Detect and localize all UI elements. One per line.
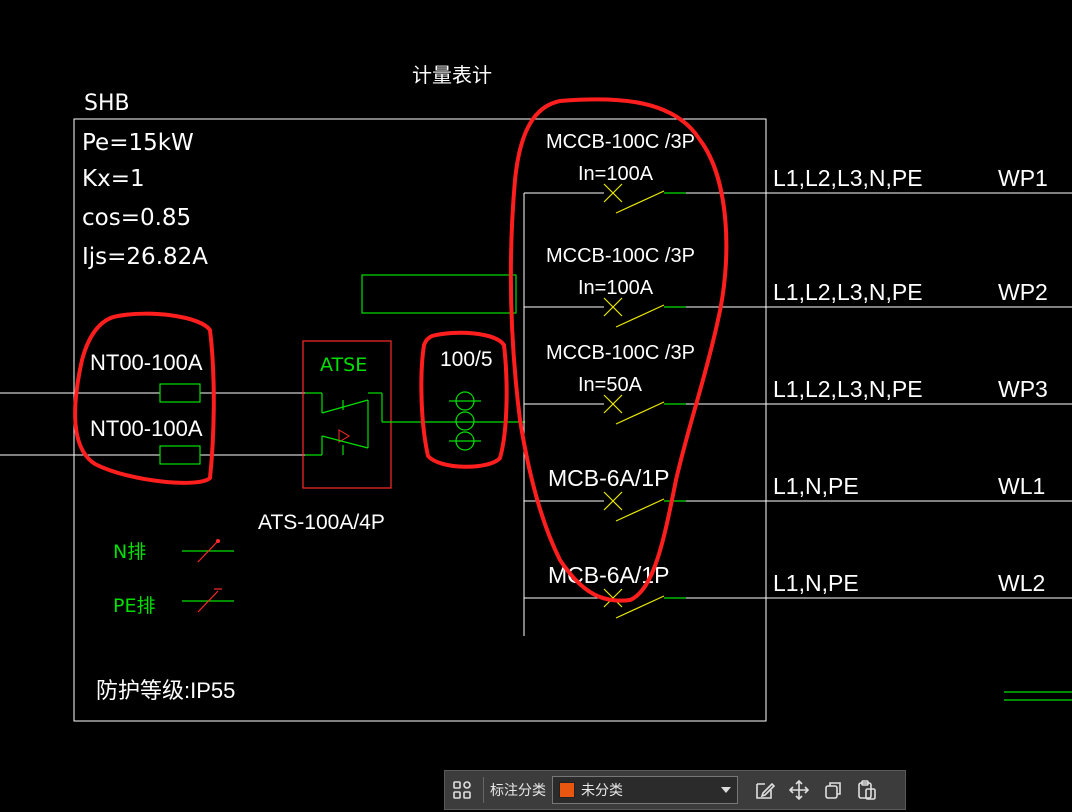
category-select-value: 未分类 (581, 783, 623, 799)
breaker-label: MCCB-100C /3P (546, 245, 695, 267)
param-ijs: Ijs=26.82A (82, 244, 208, 270)
fuse-1-label: NT00-100A (90, 350, 203, 375)
breaker-blade (615, 401, 665, 425)
annotation-toolbar: 标注分类 未分类 (444, 770, 906, 810)
circuit-wp2: MCCB-100C /3P In=100A L1,L2,L3,N,PE WP2 (524, 245, 1072, 328)
circuit-phases: L1,N,PE (773, 570, 859, 596)
category-label: 标注分类 (490, 783, 546, 799)
param-kx: Kx=1 (82, 166, 145, 192)
n-bar-symbol (182, 539, 234, 563)
breaker-blade (615, 498, 665, 522)
breaker-blade (615, 304, 665, 328)
move-icon[interactable] (782, 773, 816, 807)
circuit-id: WP3 (998, 376, 1048, 402)
circuit-id: WL1 (998, 473, 1045, 499)
circuit-phases: L1,L2,L3,N,PE (773, 376, 923, 402)
current-transformer: 100/5 (440, 348, 493, 451)
panel-parameters: Pe=15kW Kx=1 cos=0.85 Ijs=26.82A (82, 130, 208, 270)
fuse-2-label: NT00-100A (90, 416, 203, 441)
paste-icon[interactable] (850, 773, 884, 807)
breaker-rating: In=100A (578, 277, 654, 299)
breaker-label: MCCB-100C /3P (546, 131, 695, 153)
circuit-wp3: MCCB-100C /3P In=50A L1,L2,L3,N,PE WP3 (524, 342, 1072, 425)
circuit-phases: L1,L2,L3,N,PE (773, 279, 923, 305)
circuit-wl1: MCB-6A/1P L1,N,PE WL1 (524, 465, 1072, 522)
panel-name: SHB (84, 91, 130, 116)
category-select[interactable]: 未分类 (552, 776, 738, 804)
copy-icon[interactable] (816, 773, 850, 807)
circuit-id: WP2 (998, 279, 1048, 305)
circuit-wl2: MCB-6A/1P L1,N,PE WL2 (524, 562, 1072, 619)
ats-model: ATS-100A/4P (258, 511, 385, 534)
grid-icon[interactable] (445, 773, 479, 807)
pe-bar-label: PE排 (113, 595, 155, 617)
toolbar-separator (483, 777, 484, 803)
n-bar-label: N排 (113, 541, 146, 563)
protection-rating: 防护等级:IP55 (96, 678, 235, 703)
fuse-1 (159, 383, 201, 403)
param-pe: Pe=15kW (82, 130, 194, 156)
pe-bar-symbol (182, 588, 234, 613)
meter-box (361, 274, 517, 314)
breaker-rating: In=100A (578, 163, 654, 185)
outgoing-circuits: MCCB-100C /3PIn=100A L1,L2,L3,N,PE WP1MCCB… (524, 131, 1072, 619)
breaker-rating: In=50A (578, 374, 643, 396)
chevron-down-icon (721, 787, 731, 793)
circuit-id: WP1 (998, 165, 1048, 191)
circuit-phases: L1,N,PE (773, 473, 859, 499)
ats-label: ATSE (320, 354, 367, 376)
diagram-title: 计量表计 (412, 63, 492, 87)
breaker-blade (615, 190, 665, 214)
cad-drawing-canvas[interactable]: 计量表计 SHB Pe=15kW Kx=1 cos=0.85 Ijs=26.82… (0, 0, 1072, 812)
circuit-id: WL2 (998, 570, 1045, 596)
ct-ratio: 100/5 (440, 348, 493, 371)
edit-icon[interactable] (748, 773, 782, 807)
param-cos: cos=0.85 (82, 205, 191, 231)
circuit-phases: L1,L2,L3,N,PE (773, 165, 923, 191)
circuit-wp1: MCCB-100C /3P In=100A L1,L2,L3,N,PE WP1 (524, 131, 1072, 214)
category-color-swatch (559, 782, 575, 798)
breaker-label: MCCB-100C /3P (546, 342, 695, 364)
breaker-label: MCB-6A/1P (548, 465, 669, 491)
fuse-2 (159, 445, 201, 465)
